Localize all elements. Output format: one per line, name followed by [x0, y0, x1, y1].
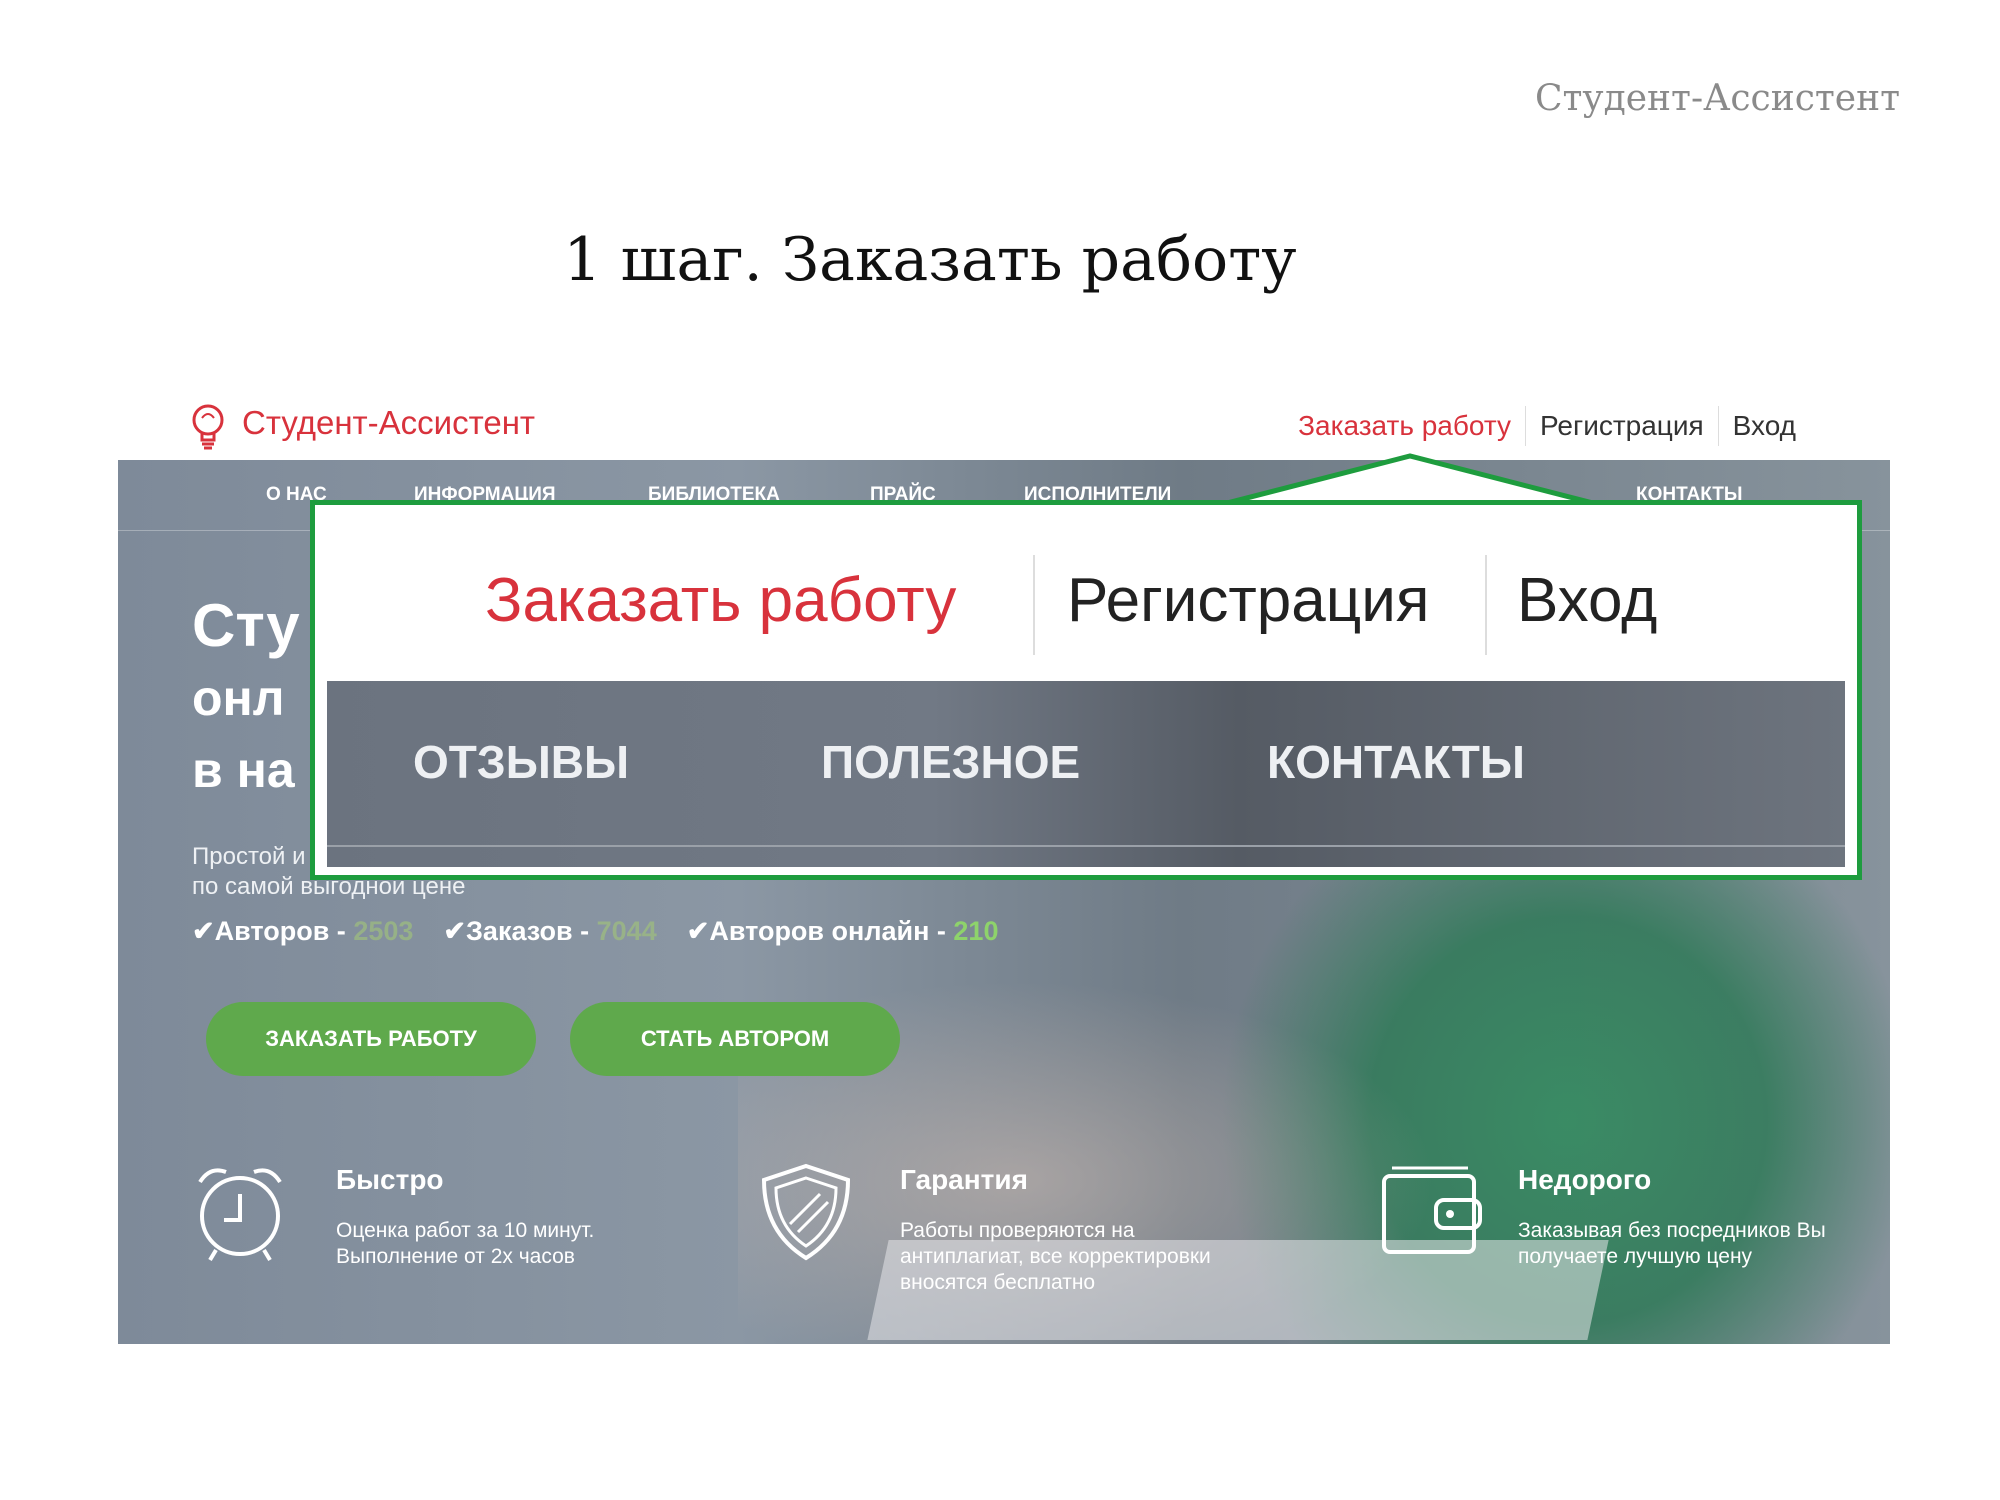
order-work-link[interactable]: Заказать работу [1284, 410, 1525, 442]
zoom-callout: Заказать работу Регистрация Вход ОТЗЫВЫ … [310, 500, 1862, 880]
slide-title: 1 шаг. Заказать работу [563, 225, 1297, 295]
hero-title-line: онл [192, 670, 285, 726]
feature-text: Заказывая без посредников Вы получаете л… [1518, 1219, 1826, 1268]
divider [1033, 555, 1035, 655]
stat-value: 210 [953, 916, 999, 946]
zoomed-nav: ОТЗЫВЫ ПОЛЕЗНОЕ КОНТАКТЫ [327, 681, 1845, 867]
hero-title: Сту онл в на [192, 590, 300, 806]
feature-title: Гарантия [900, 1164, 1028, 1195]
site-logo-text[interactable]: Студент-Ассистент [242, 404, 535, 442]
feature-text: Работы проверяются на антиплагиат, все к… [900, 1219, 1211, 1294]
wallet-icon [1382, 1166, 1482, 1254]
zoomed-registration-link[interactable]: Регистрация [1067, 565, 1429, 636]
stat-orders: ✔Заказов - 7044 [443, 916, 657, 946]
registration-link[interactable]: Регистрация [1526, 410, 1718, 442]
site-header: Студент-Ассистент Заказать работу Регист… [118, 384, 1890, 460]
zoomed-order-work-link[interactable]: Заказать работу [485, 565, 956, 636]
stat-label: Авторов - [214, 916, 354, 946]
become-author-button[interactable]: СТАТЬ АВТОРОМ [570, 1002, 900, 1076]
feature-title: Быстро [336, 1164, 444, 1195]
feature-text: Оценка работ за 10 минут. Выполнение от … [336, 1219, 595, 1268]
stat-authors: ✔Авторов - 2503 [192, 916, 414, 946]
stat-label: Заказов - [466, 916, 597, 946]
shield-icon [761, 1163, 851, 1261]
divider [1485, 555, 1487, 655]
zoomed-login-link[interactable]: Вход [1517, 565, 1657, 636]
order-work-button[interactable]: ЗАКАЗАТЬ РАБОТУ [206, 1002, 536, 1076]
stat-value: 7044 [596, 916, 657, 946]
stat-label: Авторов онлайн - [709, 916, 954, 946]
feature-title: Недорого [1518, 1164, 1652, 1195]
stat-value: 2503 [353, 916, 414, 946]
hero-title-line: Сту [192, 592, 300, 659]
zoomed-nav-reviews[interactable]: ОТЗЫВЫ [413, 735, 629, 789]
slide-brand: Студент-Ассистент [1534, 78, 1900, 119]
stat-authors-online: ✔Авторов онлайн - 210 [686, 916, 999, 946]
top-links: Заказать работу Регистрация Вход [1284, 406, 1810, 446]
hero-title-line: в на [192, 742, 295, 798]
stats-row: ✔Авторов - 2503 ✔Заказов - 7044 ✔Авторов… [192, 916, 998, 947]
zoomed-nav-useful[interactable]: ПОЛЕЗНОЕ [821, 735, 1080, 789]
alarm-clock-icon [198, 1168, 282, 1262]
nav-underline [327, 845, 1845, 847]
lightbulb-logo-icon [192, 404, 224, 450]
zoomed-nav-contacts[interactable]: КОНТАКТЫ [1267, 735, 1525, 789]
login-link[interactable]: Вход [1719, 410, 1810, 442]
zoomed-top-links: Заказать работу Регистрация Вход [315, 525, 1857, 655]
